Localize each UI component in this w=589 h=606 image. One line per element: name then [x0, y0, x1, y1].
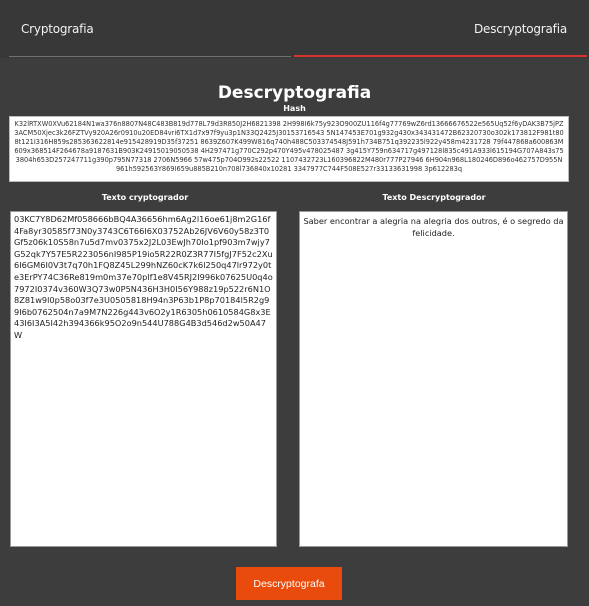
decrypted-text-area[interactable]: Saber encontrar a alegria na alegria dos…	[299, 211, 568, 547]
page-title: Descryptografia	[217, 83, 372, 103]
hash-field[interactable]: K32lRTXW0XVu62184N1wa376n8807N48C483B819…	[9, 116, 569, 182]
encrypted-text-area[interactable]: 03KC7Y8D62Mf058666bBQ4A36656hm6Ag2l16oe6…	[10, 211, 277, 547]
hash-label: Hash	[283, 104, 306, 113]
decrypted-text-label: Texto Descryptogrador	[382, 193, 486, 202]
top-nav: Cryptografia Descryptografia	[0, 0, 589, 58]
tab-cryptografia[interactable]: Cryptografia	[21, 22, 94, 36]
tab-underline-inactive	[9, 56, 291, 57]
decrypt-button[interactable]: Descryptografa	[236, 567, 342, 600]
encrypted-text-label: Texto cryptogrador	[101, 193, 189, 202]
tab-underline-active	[294, 55, 587, 57]
tab-descryptografia[interactable]: Descryptografia	[474, 22, 567, 36]
